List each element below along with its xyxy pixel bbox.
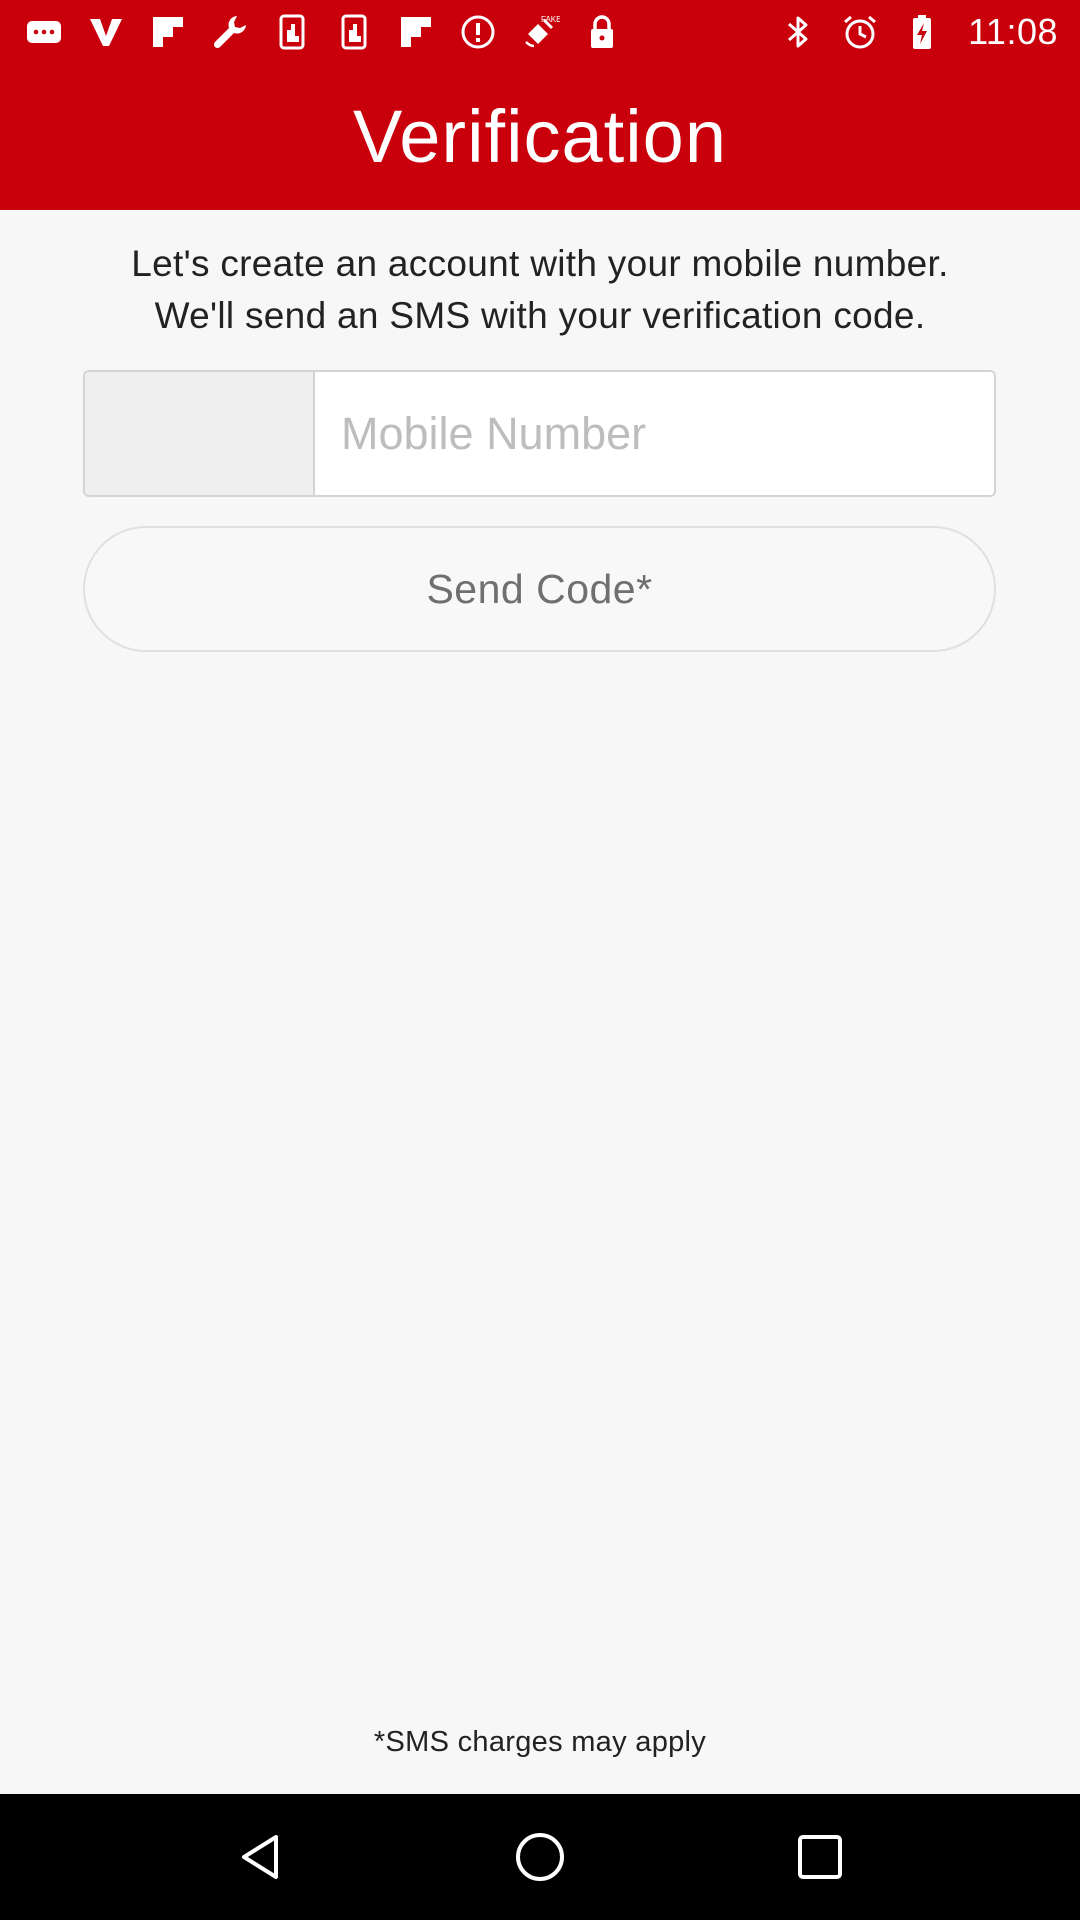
bluetooth-icon — [778, 12, 818, 52]
phone-number-group — [83, 370, 996, 497]
flipboard-icon — [148, 12, 188, 52]
battery-charging-icon — [902, 12, 942, 52]
fake-label: FAKE — [541, 15, 560, 24]
navigation-bar — [0, 1794, 1080, 1920]
intro-text: Let's create an account with your mobile… — [40, 238, 1040, 342]
recents-icon — [798, 1835, 842, 1879]
app-header: FAKE 11:08 Verification — [0, 0, 1080, 210]
status-notification-icons: FAKE — [24, 12, 622, 52]
flipboard-icon — [396, 12, 436, 52]
v-logo-icon — [86, 12, 126, 52]
home-button[interactable] — [500, 1817, 580, 1897]
phone-hand-icon — [272, 12, 312, 52]
alert-circle-icon — [458, 12, 498, 52]
recents-button[interactable] — [780, 1817, 860, 1897]
sms-charges-note: *SMS charges may apply — [373, 1726, 707, 1758]
lock-icon — [582, 12, 622, 52]
mobile-number-input[interactable] — [315, 372, 994, 495]
phone-hand-icon — [334, 12, 374, 52]
intro-line-1: Let's create an account with your mobile… — [131, 243, 949, 284]
satellite-icon: FAKE — [520, 12, 560, 52]
wrench-icon — [210, 12, 250, 52]
send-code-button[interactable]: Send Code* — [83, 526, 996, 652]
verification-screen: FAKE 11:08 Verification Let's create an … — [0, 0, 1080, 1920]
back-button[interactable] — [220, 1817, 300, 1897]
chat-bubble-icon — [24, 12, 64, 52]
page-title: Verification — [353, 95, 727, 178]
back-icon — [242, 1835, 278, 1879]
status-bar: FAKE 11:08 — [0, 0, 1080, 64]
home-icon — [516, 1833, 564, 1881]
alarm-icon — [840, 12, 880, 52]
intro-line-2: We'll send an SMS with your verification… — [154, 295, 926, 336]
country-code-selector[interactable] — [85, 372, 315, 495]
status-system-icons: 11:08 — [778, 11, 1058, 53]
status-time: 11:08 — [968, 11, 1058, 52]
